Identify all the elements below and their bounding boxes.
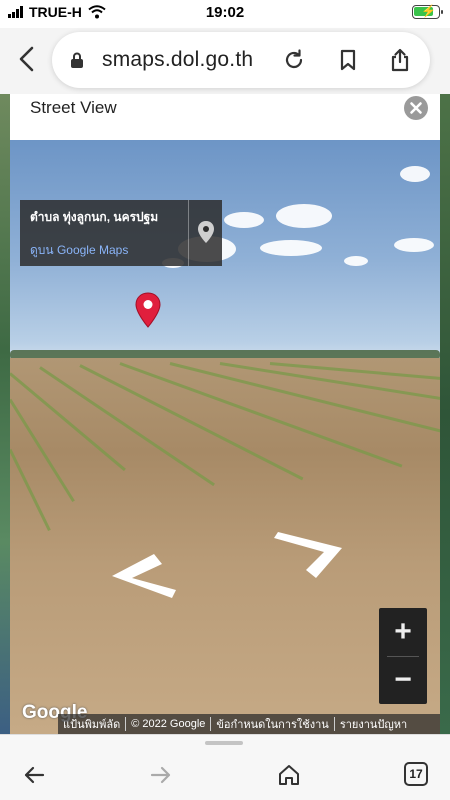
street-view-header: Street View — [10, 94, 440, 140]
back-chevron-icon[interactable] — [16, 45, 38, 73]
location-pin-icon — [135, 292, 161, 328]
share-icon[interactable] — [388, 48, 412, 72]
keyboard-shortcuts-link[interactable]: แป้นพิมพ์ลัด — [58, 715, 125, 733]
location-title: ตำบล ทุ่งลูกนก, นครปฐม — [30, 210, 159, 224]
back-arrow-icon[interactable] — [22, 763, 46, 787]
clock: 19:02 — [205, 4, 245, 21]
cloud — [276, 204, 332, 228]
reload-icon[interactable] — [282, 48, 306, 72]
forward-arrow-icon[interactable] — [149, 763, 173, 787]
address-bar[interactable]: smaps.dol.go.th — [52, 32, 430, 88]
screen: TRUE-H 19:02 ⚡ smaps.dol.go.th Street Vi… — [0, 0, 450, 800]
cloud — [224, 212, 264, 228]
battery-icon: ⚡ — [412, 4, 443, 19]
charging-bolt-icon: ⚡ — [421, 4, 436, 18]
zoom-out-button[interactable]: − — [379, 656, 427, 704]
close-button[interactable] — [404, 96, 428, 120]
bookmark-icon[interactable] — [336, 48, 360, 72]
close-icon — [410, 102, 422, 114]
cloud — [400, 166, 430, 182]
status-bar: TRUE-H 19:02 ⚡ — [0, 0, 450, 26]
street-view-title: Street View — [30, 98, 117, 117]
zoom-in-button[interactable]: + — [379, 608, 427, 656]
cloud — [260, 240, 322, 256]
zoom-control: + − — [379, 608, 427, 704]
map-footer: แป้นพิมพ์ลัด © 2022 Google ข้อกำหนดในการ… — [58, 714, 440, 734]
location-info-card: ตำบล ทุ่งลูกนก, นครปฐม ดูบน Google Maps — [20, 200, 222, 266]
view-on-google-maps-link[interactable]: ดูบน Google Maps — [30, 241, 128, 260]
tabs-icon[interactable]: 17 — [404, 762, 428, 786]
terms-link[interactable]: ข้อกำหนดในการใช้งาน — [211, 715, 333, 733]
map-pin-icon[interactable] — [196, 220, 216, 244]
browser-toolbar: 17 — [0, 734, 450, 800]
lock-icon — [71, 52, 83, 68]
cloud — [394, 238, 434, 252]
info-divider — [188, 200, 189, 266]
report-problem-link[interactable]: รายงานปัญหา — [335, 715, 412, 733]
browser-address-row: smaps.dol.go.th — [0, 28, 450, 94]
navigate-right-arrow-icon[interactable] — [272, 532, 346, 580]
cloud — [344, 256, 368, 266]
navigate-left-arrow-icon[interactable] — [110, 552, 184, 600]
field-ground — [10, 358, 440, 734]
home-icon[interactable] — [277, 763, 301, 787]
copyright-text: © 2022 Google — [131, 718, 206, 730]
url-text[interactable]: smaps.dol.go.th — [102, 48, 253, 72]
grab-handle[interactable] — [205, 741, 243, 745]
street-view-panorama[interactable]: ตำบล ทุ่งลูกนก, นครปฐม ดูบน Google Maps — [10, 140, 440, 734]
page-content: Street View ตำบล ทุ่งลูกนก, นครปฐม ดูบน … — [0, 94, 450, 734]
